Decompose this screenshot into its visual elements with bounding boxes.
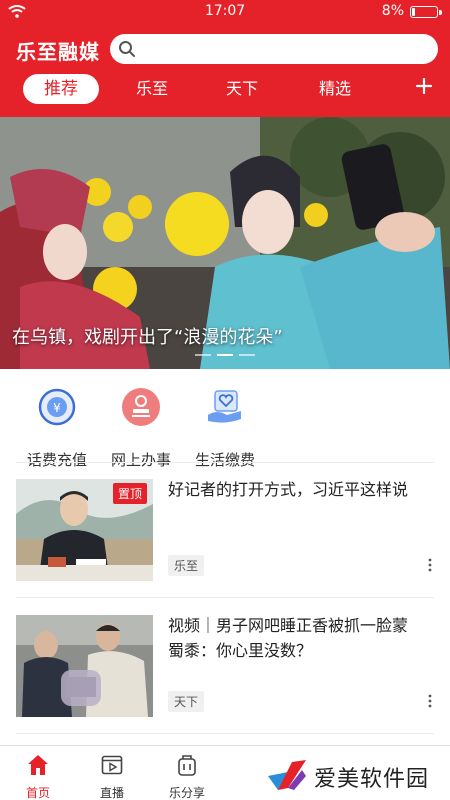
watermark-logo-icon [268, 760, 306, 790]
carousel-dot-active[interactable] [217, 354, 233, 356]
tab-featured[interactable]: 精选 [305, 74, 365, 104]
battery-icon [410, 6, 442, 18]
tab-world[interactable]: 天下 [212, 74, 272, 104]
nav-label: 直播 [99, 786, 124, 800]
svg-text:¥: ¥ [53, 401, 61, 415]
search-bar[interactable] [110, 34, 438, 64]
news-item[interactable]: 置顶 好记者的打开方式，习近平这样说 乐至 [0, 463, 450, 581]
nav-home[interactable]: 首页 [8, 754, 68, 800]
tab-recommend[interactable]: 推荐 [23, 74, 99, 104]
quick-services: ¥ 话费充值 网上办事 生活缴费 [0, 369, 450, 469]
news-tag[interactable]: 天下 [168, 691, 205, 712]
app-title: 乐至融媒 [16, 40, 100, 64]
carousel-indicator [0, 354, 450, 358]
news-item[interactable]: 视频｜男子网吧睡正香被抓一脸蒙 蜀黍：你心里没数？ 天下 [0, 599, 450, 717]
divider [16, 597, 434, 598]
search-icon [119, 41, 135, 57]
more-options-icon[interactable] [428, 694, 432, 708]
app-header: 17:07 8% 乐至融媒 推荐 乐至 天下 精选 [0, 0, 450, 117]
search-input[interactable] [142, 34, 422, 64]
banner-carousel[interactable]: 在乌镇，戏剧开出了“浪漫的花朵” [0, 117, 450, 369]
news-thumbnail [16, 615, 153, 717]
carousel-dot[interactable] [195, 354, 211, 356]
tab-lezhi[interactable]: 乐至 [122, 74, 182, 104]
nav-live[interactable]: 直播 [82, 754, 142, 800]
news-title: 好记者的打开方式，习近平这样说 [168, 480, 409, 499]
status-bar: 17:07 8% [0, 0, 450, 24]
add-channel-icon[interactable] [416, 78, 432, 94]
carousel-dot[interactable] [239, 354, 255, 356]
service-living-payment[interactable]: 生活缴费 [175, 387, 275, 469]
watermark-text: 爱美软件园 [314, 767, 430, 792]
watermark: 爱美软件园 [252, 752, 450, 800]
news-tag[interactable]: 乐至 [168, 555, 205, 576]
news-thumbnail: 置顶 [16, 479, 153, 581]
news-title: 视频｜男子网吧睡正香被抓一脸蒙 蜀黍：你心里没数？ [168, 616, 425, 660]
channel-tabs: 推荐 乐至 天下 精选 [0, 72, 450, 108]
nav-label: 首页 [25, 786, 50, 800]
share-bag-icon [178, 755, 196, 776]
nav-label: 乐分享 [168, 786, 205, 800]
live-video-icon [101, 755, 123, 775]
banner-caption: 在乌镇，戏剧开出了“浪漫的花朵” [12, 327, 283, 348]
more-options-icon[interactable] [428, 558, 432, 572]
battery-percent: 8% [381, 3, 404, 19]
nav-share[interactable]: 乐分享 [157, 754, 217, 800]
phone-bill-icon: ¥ [38, 388, 76, 426]
stamp-icon [122, 388, 160, 426]
pinned-badge: 置顶 [112, 483, 147, 504]
heart-hand-icon [208, 390, 241, 423]
divider [16, 733, 434, 734]
home-icon [28, 755, 48, 775]
